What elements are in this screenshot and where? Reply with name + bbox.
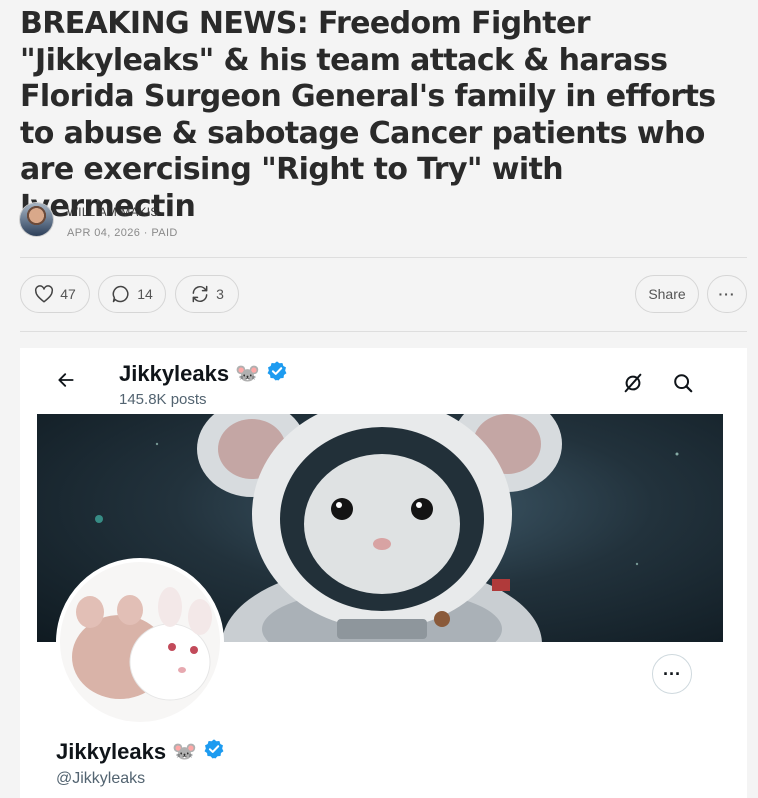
like-button[interactable]: 47 <box>20 275 90 313</box>
post-date: APR 04, 2026 <box>67 227 141 239</box>
heart-icon <box>34 285 54 303</box>
author-name[interactable]: WILLIAM MAKIS <box>67 207 158 219</box>
profile-header-name: Jikkyleaks 🐭 <box>119 360 288 388</box>
like-count: 47 <box>60 286 76 302</box>
access-label: PAID <box>151 227 178 239</box>
divider-top <box>20 257 747 258</box>
divider-bottom <box>20 331 747 332</box>
restack-button[interactable]: 3 <box>175 275 239 313</box>
post-count: 145.8K posts <box>119 391 207 408</box>
comment-button[interactable]: 14 <box>98 275 166 313</box>
more-options-button[interactable]: ··· <box>707 275 747 313</box>
author-avatar[interactable] <box>20 203 53 236</box>
article-title: BREAKING NEWS: Freedom Fighter "Jikkylea… <box>20 6 716 224</box>
search-icon[interactable] <box>672 372 694 399</box>
profile-display-name: Jikkyleaks 🐭 <box>56 738 225 766</box>
profile-name: Jikkyleaks <box>119 361 230 386</box>
profile-more-button[interactable]: ··· <box>652 654 692 694</box>
mouse-emoji: 🐭 <box>235 363 261 385</box>
two-mice-image <box>60 562 220 722</box>
profile-handle: @Jikkyleaks <box>56 770 146 787</box>
share-button[interactable]: Share <box>635 275 699 313</box>
post-meta: APR 04, 2026 · PAID <box>67 227 178 239</box>
profile-name-large: Jikkyleaks <box>56 739 167 764</box>
embedded-profile-screenshot: Jikkyleaks 🐭 145.8K posts ··· Jikkyleaks… <box>20 348 747 798</box>
profile-avatar[interactable] <box>56 558 224 726</box>
verified-badge-icon-large <box>203 738 225 766</box>
meta-separator: · <box>143 227 148 239</box>
speech-bubble-icon <box>111 284 131 304</box>
notifications-off-icon[interactable] <box>622 372 644 399</box>
mouse-emoji-large: 🐭 <box>172 741 198 763</box>
verified-badge-icon <box>266 360 288 388</box>
restack-count: 3 <box>216 286 224 302</box>
comment-count: 14 <box>137 286 153 302</box>
refresh-icon <box>190 284 210 304</box>
back-arrow-icon[interactable] <box>56 370 76 395</box>
byline: WILLIAM MAKIS APR 04, 2026 · PAID <box>20 203 720 243</box>
